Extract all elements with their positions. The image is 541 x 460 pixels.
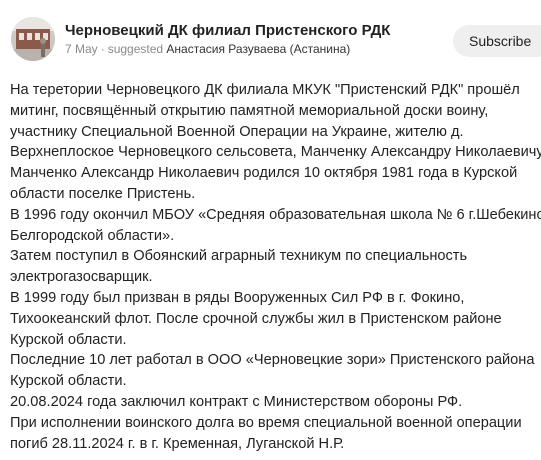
- post-text-line: митинг, посвящённый открытию памятной ме…: [10, 102, 489, 119]
- post-header: Черновецкий ДК филиал Пристенского РДК 7…: [0, 0, 541, 72]
- suggested-author[interactable]: Анастасия Разуваева (Астанина): [166, 42, 350, 56]
- post-text-line: Тихоокеанский флот. После срочной службы…: [10, 310, 502, 327]
- post-text-line: Курской области.: [10, 331, 127, 348]
- post-text-line: В 1999 году был призван в ряды Вооруженн…: [10, 289, 465, 306]
- post-text-line: погиб 28.11.2024 г. в г. Кременная, Луга…: [10, 435, 345, 452]
- post-text-line: 20.08.2024 года заключил контракт с Мини…: [10, 393, 463, 410]
- post-date[interactable]: 7 May: [65, 42, 98, 56]
- post-text-line: участнику Специальной Военной Операции н…: [10, 123, 464, 140]
- post-text-line: Манченко Александр Николаевич родился 10…: [10, 165, 518, 182]
- post-text-line: На теретории Черновецкого ДК филиала МКУ…: [10, 82, 520, 98]
- building-avatar-icon: [11, 17, 55, 61]
- subscribe-button[interactable]: Subscribe: [453, 25, 541, 57]
- avatar[interactable]: [11, 17, 55, 61]
- post-text-line: Белгородской области».: [10, 227, 175, 244]
- post-text-line: Затем поступил в Обоянский аграрный техн…: [10, 248, 468, 265]
- post-text-line: В 1996 году окончил МБОУ «Средняя образо…: [10, 206, 541, 223]
- post-text-line: Верхнеплоское Черновецкого сельсовета, М…: [10, 144, 541, 161]
- post-text-line: При исполнении воинского долга во время …: [10, 414, 522, 431]
- post-text-line: Последние 10 лет работал в ООО «Черновец…: [10, 352, 535, 369]
- post-body: На теретории Черновецкого ДК филиала МКУ…: [10, 80, 541, 454]
- meta-separator: ·: [100, 42, 105, 56]
- post-text-line: Курской области.: [10, 373, 127, 390]
- post-text-line: области поселке Пристень.: [10, 185, 196, 202]
- post-meta: 7 May · suggested Анастасия Разуваева (Аст…: [65, 42, 350, 56]
- group-name[interactable]: Черновецкий ДК филиал Пристенского РДК: [65, 22, 390, 39]
- post-text-line: электрогазосварщик.: [10, 269, 153, 286]
- suggested-label: suggested: [107, 42, 164, 56]
